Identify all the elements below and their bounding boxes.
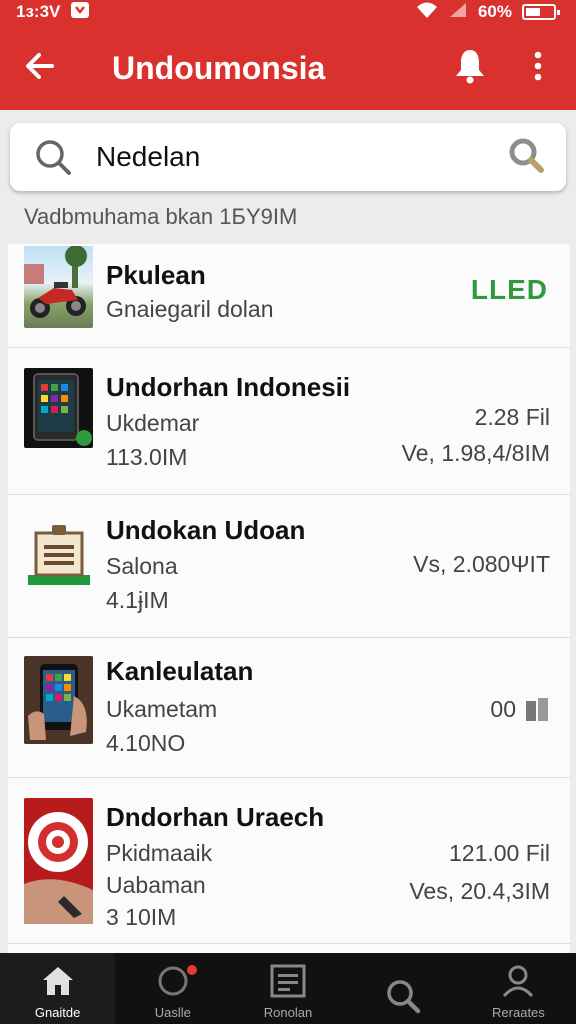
item-stats: Ve, 1.98,4/8IM [401,440,550,466]
more-options-button[interactable] [500,30,576,106]
phone-in-hand-photo [24,656,93,744]
nav-notifications[interactable]: Uaslle [115,953,230,1024]
bell-icon [453,48,487,89]
document-box-icon [24,519,93,589]
nav-home-label: Gnaitde [34,1005,81,1020]
notifications-button[interactable] [440,30,500,106]
item-subtitle: Pkidmaaik [106,840,213,866]
app-bar: 1з:3V 60% Undoumonsia [0,0,576,110]
results-summary: Vadbmuhama bkan 1БY9IM [24,204,298,229]
item-meta: 4.1ɉIM [106,587,169,613]
notification-icon [156,961,190,1001]
search-submit-button[interactable] [486,136,566,179]
bottom-navigation: Gnaitde Uaslle Ronolan Reraates [0,953,576,1024]
item-size: 3 10IM [106,904,177,930]
list-item[interactable]: Undokan Udoan Salona 4.1ɉIM Vs, 2.080ΨIT [8,495,570,638]
battery-icon [522,4,560,20]
item-price: 2.28 Fil [474,404,550,430]
toolbar: Undoumonsia [0,30,576,106]
status-bar: 1з:3V 60% [0,0,576,24]
nav-profile-label: Reraates [492,1005,545,1020]
list-item[interactable]: Dndorhan Uraech Pkidmaaik Uabaman 3 10IM… [8,778,570,944]
list-item[interactable]: Pkulean Gnaiegaril dolan LLED [8,244,570,348]
battery-stack-icon [524,696,550,727]
item-stats: Ves, 20.4,3IM [409,878,550,904]
back-button[interactable] [0,30,80,106]
search-input[interactable] [96,141,486,173]
home-icon [41,961,75,1001]
item-name: Undokan Udoan [106,515,306,545]
more-vertical-icon [534,51,542,86]
item-price: 121.00 Fil [448,840,550,866]
status-time: 1з:3V [16,2,61,21]
item-name: Kanleulatan [106,656,254,686]
target-logo-photo [24,798,93,924]
arrow-left-icon [24,51,56,86]
nav-list[interactable]: Ronolan [230,953,345,1024]
nav-profile[interactable]: Reraates [461,953,576,1024]
item-count: 00 [490,696,516,722]
signal-icon [448,1,468,24]
search-bar [10,123,566,191]
item-meta: 4.10NO [106,730,186,756]
item-badge: LLED [470,274,548,305]
item-meta: Uabaman [106,872,206,898]
item-subtitle: Ukametam [106,696,218,722]
nav-home[interactable]: Gnaitde [0,953,116,1024]
search-icon [10,138,96,176]
wifi-icon [416,1,438,24]
motorbike-photo [24,246,93,328]
item-name: Pkulean [106,260,206,290]
item-name: Undorhan Indonesii [106,372,351,402]
nav-list-label: Ronolan [263,1005,313,1020]
nav-search[interactable] [346,953,461,1024]
page-title: Undoumonsia [112,49,326,86]
search-icon [507,136,545,179]
item-meta: 113.0IM [106,444,188,470]
item-subtitle: Gnaiegaril dolan [106,296,274,322]
item-subtitle: Salona [106,553,178,579]
search-icon [385,976,421,1016]
notification-dot [187,965,198,975]
item-subtitle: Ukdemar [106,410,200,436]
profile-icon [501,961,535,1001]
battery-percent: 60% [477,2,512,21]
nav-notifications-label: Uaslle [154,1005,191,1020]
list-item[interactable]: Undorhan Indonesii Ukdemar 113.0IM 2.28 … [8,348,570,495]
notification-status-icon [70,1,90,24]
item-price: Vs, 2.080ΨIT [413,551,550,577]
results-list: Pkulean Gnaiegaril dolan LLED Undorhan I… [8,244,570,953]
tablet-apps-photo [24,368,93,448]
list-item[interactable]: Kanleulatan Ukametam 4.10NO 00 [8,638,570,778]
list-box-icon [270,961,306,1001]
item-name: Dndorhan Uraech [106,802,325,832]
